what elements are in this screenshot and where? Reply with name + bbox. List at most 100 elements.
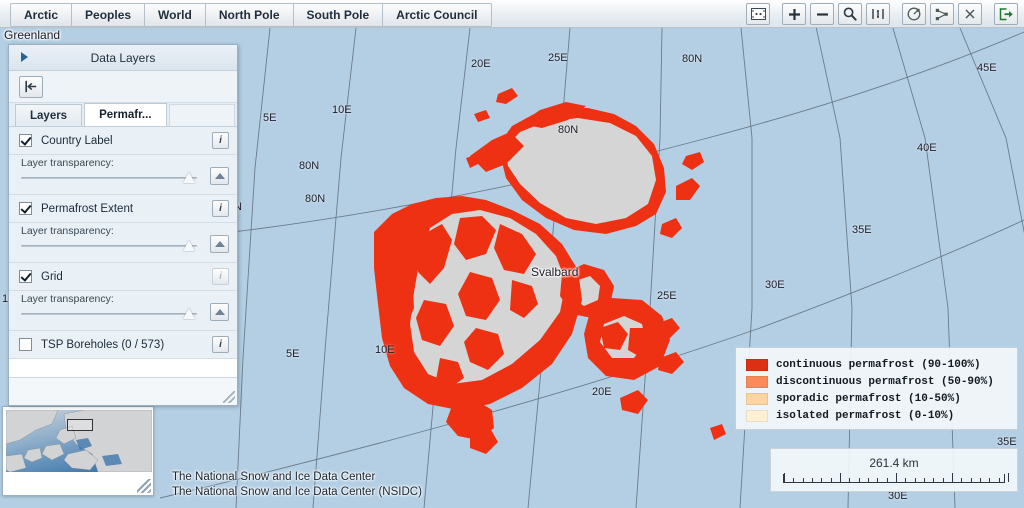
legend-label-sporadic: sporadic permafrost (10-50%): [776, 392, 961, 405]
graticule-label: 10E: [332, 104, 352, 116]
expand-arrow-icon[interactable]: [21, 52, 28, 62]
nav-tab-arctic[interactable]: Arctic: [10, 3, 72, 27]
legend-label-discontinuous: discontinuous permafrost (50-90%): [776, 375, 994, 388]
nav-tab-world[interactable]: World: [144, 3, 205, 27]
graticule-label: 35E: [997, 436, 1017, 448]
tab-strip-filler: [168, 104, 235, 126]
permafrost-map-application: 20E25E80N45E10E80N5E80N40EN80N35E30E25E1…: [0, 0, 1024, 508]
scale-tick: [830, 478, 832, 482]
overview-resize-handle[interactable]: [137, 479, 151, 493]
layer-info-button-tsp-boreholes[interactable]: i: [212, 336, 229, 353]
scale-tick: [980, 478, 981, 482]
legend-item-isolated: isolated permafrost (0-10%): [746, 407, 1017, 424]
scale-tick: [961, 478, 963, 482]
layer-row-country-label[interactable]: Country Label i: [9, 127, 237, 155]
zoom-in-icon[interactable]: [782, 3, 806, 25]
slider-track: [21, 313, 197, 315]
export-icon[interactable]: [994, 3, 1018, 25]
layer-info-button-country-label[interactable]: i: [212, 132, 229, 149]
nav-tab-north-pole[interactable]: North Pole: [204, 3, 293, 27]
layer-checkbox-tsp-boreholes[interactable]: [19, 338, 32, 351]
scale-tick: [952, 473, 953, 482]
measure-area-icon[interactable]: [902, 3, 926, 25]
graticule-label: 25E: [657, 290, 677, 302]
layer-checkbox-country-label[interactable]: [19, 134, 32, 147]
layer-label-tsp-boreholes: TSP Boreholes (0 / 573): [41, 338, 165, 351]
map-tool-buttons: [742, 3, 1018, 25]
nav-tab-peoples[interactable]: Peoples: [71, 3, 145, 27]
top-toolbar: Arctic Peoples World North Pole South Po…: [0, 0, 1024, 28]
layer-checkbox-grid[interactable]: [19, 270, 32, 283]
layer-list: Country Label i Layer transparency: Perm…: [9, 127, 237, 377]
transparency-control-country-label: Layer transparency:: [9, 155, 237, 195]
zoom-out-icon[interactable]: [810, 3, 834, 25]
scale-tick: [989, 478, 991, 482]
transparency-slider-country-label[interactable]: [21, 171, 197, 185]
layer-row-permafrost-extent[interactable]: Permafrost Extent i: [9, 195, 237, 223]
scale-tick: [886, 478, 888, 482]
attribution-line-1: The National Snow and Ice Data Center: [172, 471, 376, 483]
slider-thumb[interactable]: [183, 308, 195, 319]
layer-checkbox-permafrost-extent[interactable]: [19, 202, 32, 215]
layer-label-grid: Grid: [41, 270, 63, 283]
scale-tick: [877, 478, 879, 482]
graticule-label: 35E: [852, 224, 872, 236]
clear-icon[interactable]: [958, 3, 982, 25]
graticule-label: 80N: [305, 193, 326, 205]
collapse-left-icon[interactable]: [19, 75, 43, 98]
scale-tick: [812, 478, 813, 482]
panel-footer: [9, 377, 237, 405]
panel-title: Data Layers: [90, 50, 156, 65]
legend-swatch-sporadic: [746, 392, 768, 405]
slider-track: [21, 245, 197, 247]
panel-tab-strip: Layers Permafr...: [9, 103, 237, 127]
search-icon[interactable]: [838, 3, 862, 25]
legend-label-continuous: continuous permafrost (90-100%): [776, 358, 981, 371]
slider-thumb[interactable]: [183, 172, 195, 183]
scale-tick: [933, 478, 935, 482]
transparency-label: Layer transparency:: [21, 157, 114, 169]
scale-tick: [858, 478, 860, 482]
measure-distance-icon[interactable]: [866, 3, 890, 25]
transparency-label: Layer transparency:: [21, 225, 114, 237]
main-navigation: Arctic Peoples World North Pole South Po…: [10, 3, 492, 27]
tab-layers[interactable]: Layers: [15, 104, 83, 126]
panel-resize-handle[interactable]: [223, 391, 235, 403]
graticule-label: 45E: [977, 62, 997, 74]
overview-map-widget[interactable]: [2, 406, 154, 496]
transparency-slider-grid[interactable]: [21, 307, 197, 321]
slider-thumb[interactable]: [183, 240, 195, 251]
scale-tick: [896, 473, 897, 482]
scale-tick: [998, 478, 1000, 482]
tab-permafrost[interactable]: Permafr...: [84, 103, 167, 126]
overview-extent-box[interactable]: [67, 419, 93, 431]
transparency-slider-permafrost-extent[interactable]: [21, 239, 197, 253]
layer-move-up-button-permafrost-extent[interactable]: [210, 235, 229, 253]
scale-tick: [905, 478, 907, 482]
scale-tick: [914, 478, 916, 482]
layer-move-up-button-country-label[interactable]: [210, 167, 229, 185]
layer-row-grid[interactable]: Grid i: [9, 263, 237, 291]
zoom-to-extent-icon[interactable]: [746, 3, 770, 25]
graticule-label: 80N: [299, 160, 320, 172]
graticule-label: 40E: [917, 142, 937, 154]
graticule-label: 30E: [765, 279, 785, 291]
legend-label-isolated: isolated permafrost (0-10%): [776, 409, 955, 422]
polyline-icon[interactable]: [930, 3, 954, 25]
transparency-control-permafrost-extent: Layer transparency:: [9, 223, 237, 263]
legend-item-continuous: continuous permafrost (90-100%): [746, 356, 1017, 373]
scale-tick: [868, 478, 869, 482]
nav-tab-south-pole[interactable]: South Pole: [292, 3, 383, 27]
layer-move-up-button-grid[interactable]: [210, 303, 229, 321]
scale-distance-label: 261.4 km: [869, 456, 919, 470]
place-label: Svalbard: [531, 265, 579, 279]
scale-tick: [840, 473, 841, 482]
layer-label-country-label: Country Label: [41, 134, 113, 147]
nav-tab-arctic-council[interactable]: Arctic Council: [382, 3, 492, 27]
layer-row-tsp-boreholes[interactable]: TSP Boreholes (0 / 573) i: [9, 331, 237, 359]
layer-info-button-grid: i: [212, 268, 229, 285]
scale-tick: [849, 478, 851, 482]
layer-info-button-permafrost-extent[interactable]: i: [212, 200, 229, 217]
legend-swatch-discontinuous: [746, 375, 768, 388]
scale-ruler: [783, 473, 1009, 483]
